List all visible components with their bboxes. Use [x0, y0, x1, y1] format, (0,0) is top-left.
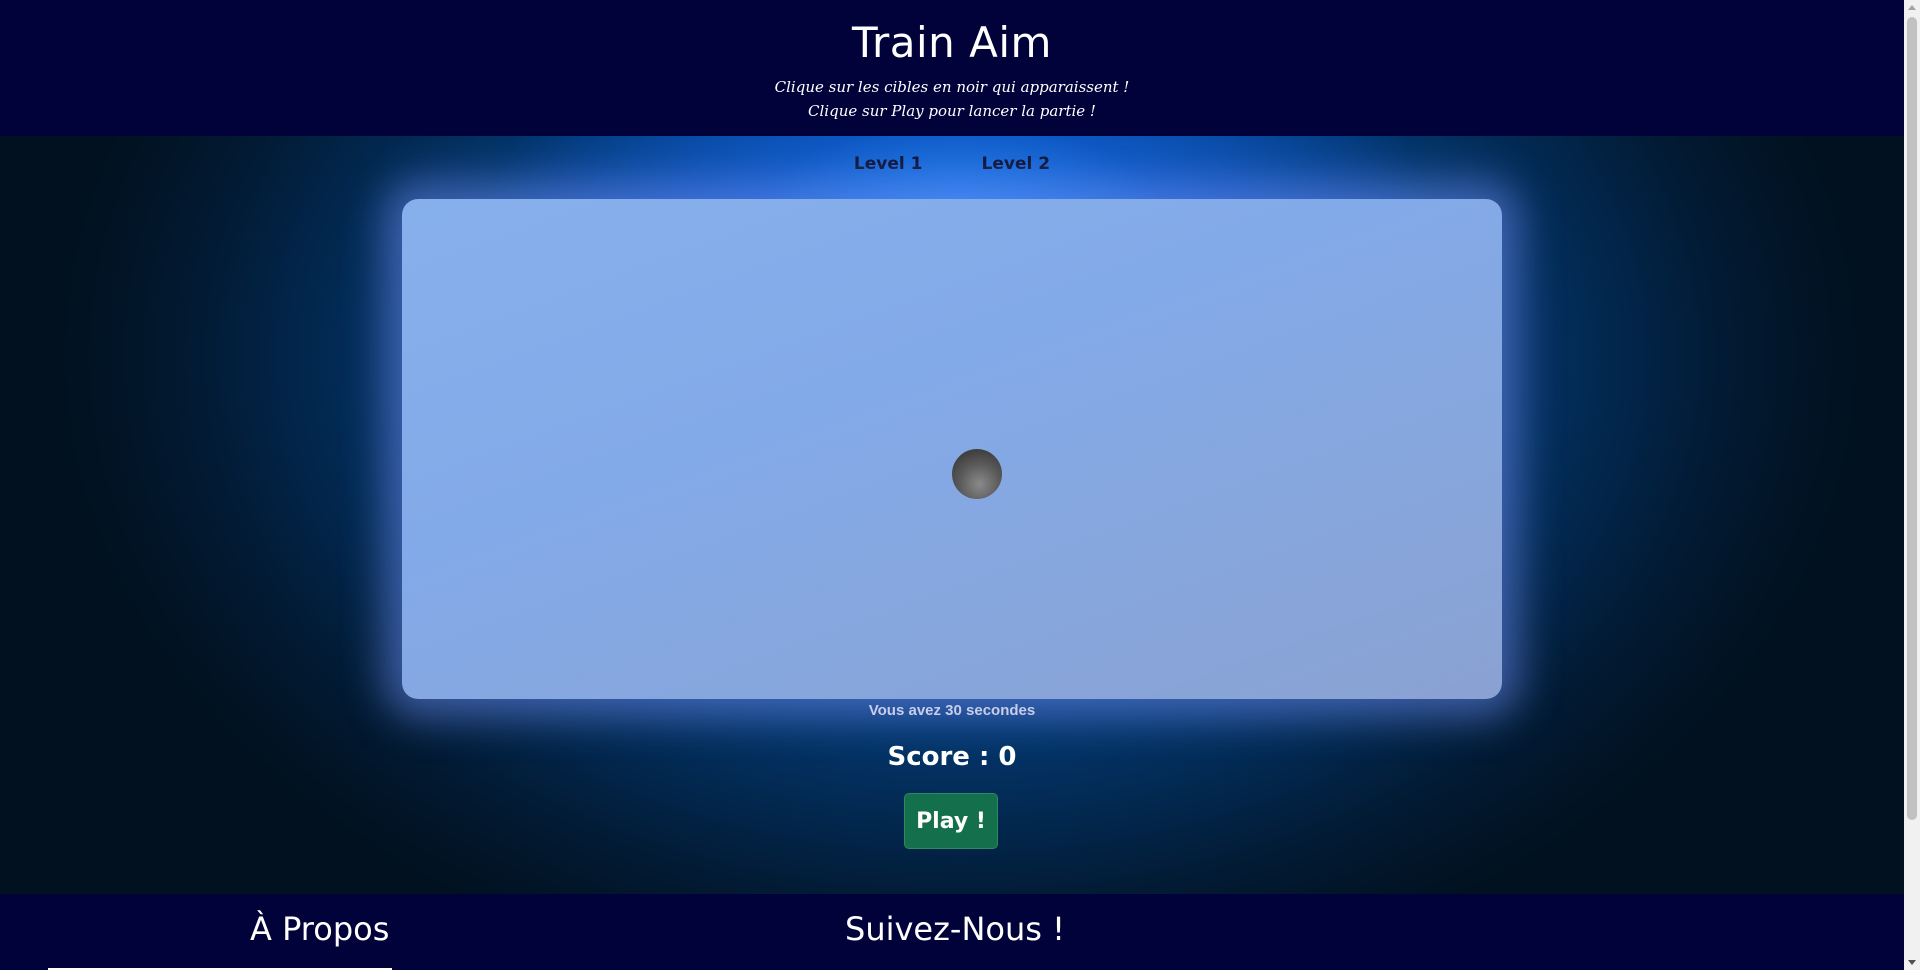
site-header: Train Aim Clique sur les cibles en noir …: [0, 0, 1904, 136]
instruction-line-2: Clique sur Play pour lancer la partie !: [808, 102, 1096, 120]
instructions: Clique sur les cibles en noir qui appara…: [0, 75, 1904, 123]
game-section: Level 1 Level 2 Vous avez 30 secondes Sc…: [0, 136, 1904, 894]
score-display: Score : 0: [887, 742, 1017, 772]
site-footer: À Propos Suivez-Nous !: [0, 894, 1904, 970]
scroll-up-icon[interactable]: [1908, 5, 1916, 10]
scroll-down-icon[interactable]: [1908, 960, 1916, 965]
page-title: Train Aim: [852, 18, 1052, 67]
scrollbar-thumb[interactable]: [1907, 17, 1917, 820]
level-1-link[interactable]: Level 1: [854, 154, 923, 174]
vertical-scrollbar[interactable]: [1904, 0, 1920, 970]
about-heading: À Propos: [250, 910, 390, 948]
timer-text: Vous avez 30 secondes: [868, 702, 1036, 719]
level-nav: Level 1 Level 2: [0, 154, 1904, 174]
instruction-line-1: Clique sur les cibles en noir qui appara…: [774, 78, 1130, 96]
follow-heading: Suivez-Nous !: [845, 910, 1065, 948]
page: Train Aim Clique sur les cibles en noir …: [0, 0, 1904, 970]
play-button[interactable]: Play !: [904, 793, 998, 849]
target-ball-icon[interactable]: [952, 449, 1002, 499]
level-2-link[interactable]: Level 2: [982, 154, 1051, 174]
game-area[interactable]: [402, 199, 1502, 699]
